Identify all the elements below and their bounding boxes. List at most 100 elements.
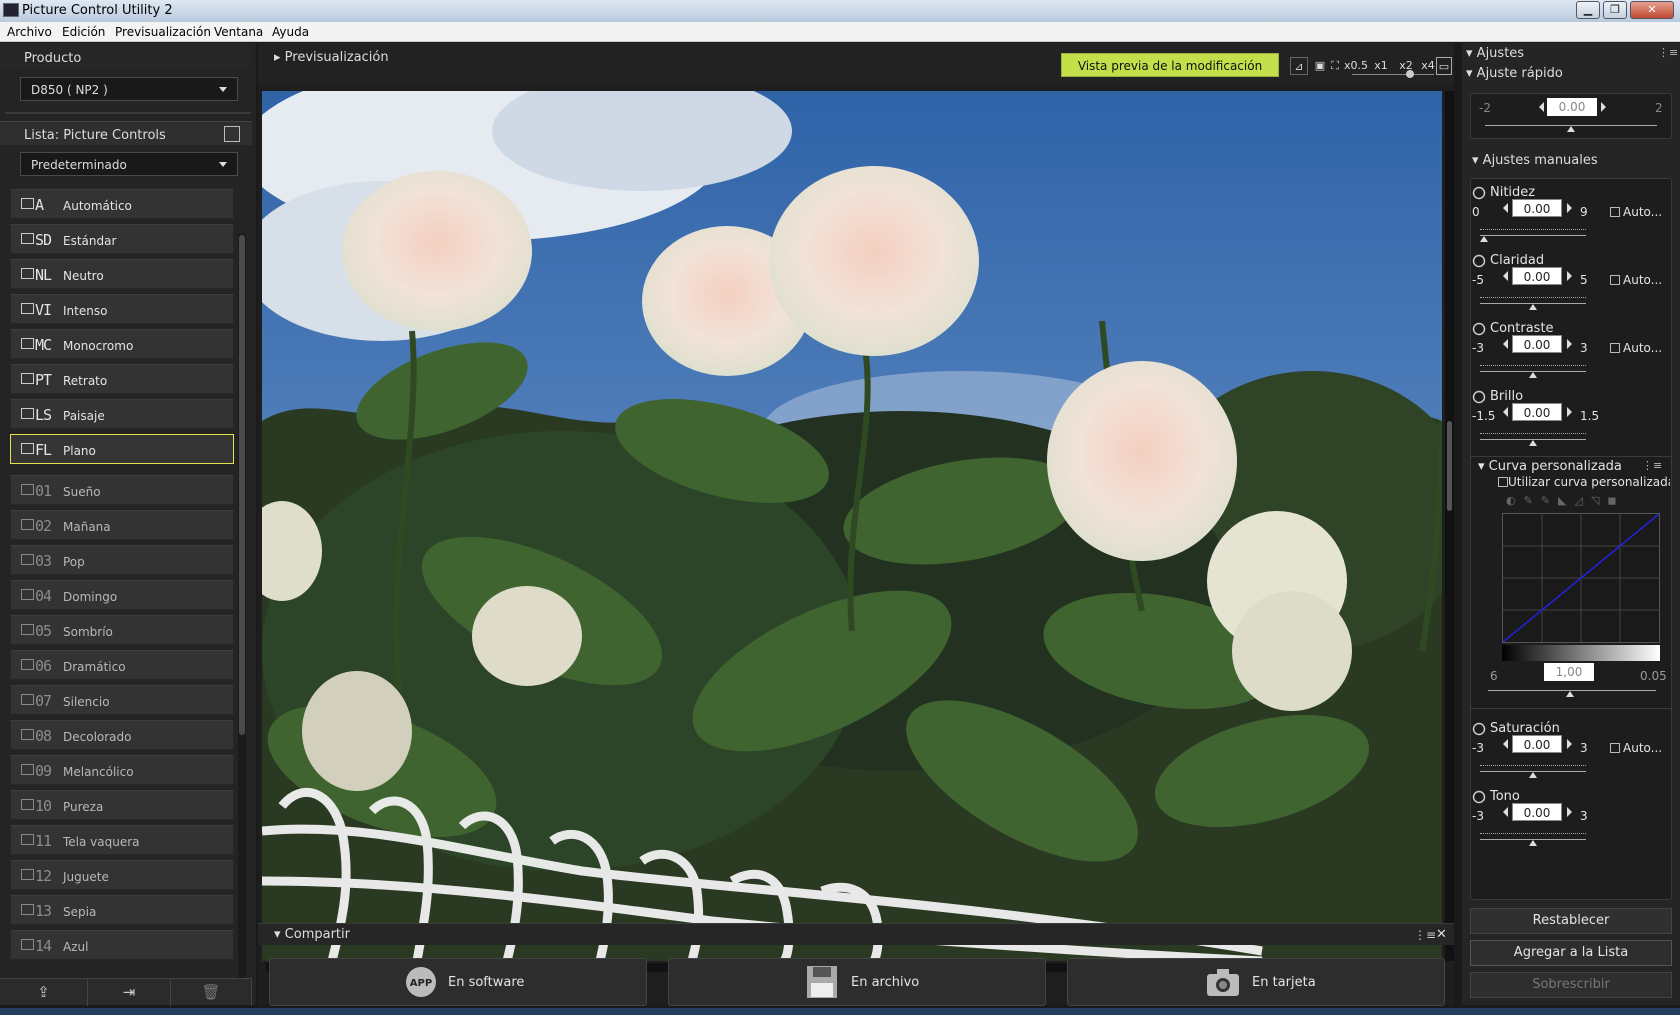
param-slider[interactable] bbox=[1480, 235, 1586, 236]
menu-ayuda[interactable]: Ayuda bbox=[272, 25, 309, 39]
auto-checkbox[interactable]: Auto... bbox=[1610, 741, 1662, 755]
share-to-card-button[interactable]: En tarjeta bbox=[1067, 958, 1445, 1006]
preview-modification-button[interactable]: Vista previa de la modificación bbox=[1061, 53, 1279, 77]
increase-arrow-icon[interactable] bbox=[1567, 203, 1572, 213]
creative-item[interactable]: 10 Pureza bbox=[10, 790, 234, 820]
param-slider-thumb[interactable] bbox=[1529, 440, 1537, 446]
creative-item[interactable]: 08 Decolorado bbox=[10, 720, 234, 750]
zoom-x0.5[interactable]: x0.5 bbox=[1344, 57, 1368, 75]
histogram-icon[interactable]: ⊿ bbox=[1290, 57, 1308, 75]
creative-item[interactable]: 13 Sepia bbox=[10, 895, 234, 925]
panel-menu-icon[interactable]: ⋮≡ bbox=[1658, 46, 1678, 59]
manual-adjust-header[interactable]: ▾ Ajustes manuales bbox=[1462, 153, 1680, 173]
fit-icon[interactable]: ▣ bbox=[1314, 57, 1326, 75]
side-by-side-icon[interactable]: ▭ bbox=[1436, 57, 1452, 75]
share-to-file-button[interactable]: En archivo bbox=[668, 958, 1046, 1006]
custom-curve-header[interactable]: ▾ Curva personalizada bbox=[1478, 459, 1622, 474]
gamma-slider-thumb[interactable] bbox=[1566, 691, 1574, 697]
creative-item[interactable]: 04 Domingo bbox=[10, 580, 234, 610]
auto-checkbox[interactable]: Auto... bbox=[1610, 341, 1662, 355]
preset-item[interactable]: PT Retrato bbox=[10, 364, 234, 394]
param-slider-thumb[interactable] bbox=[1529, 840, 1537, 846]
preview-image[interactable] bbox=[262, 91, 1442, 961]
param-value[interactable]: 0.00 bbox=[1512, 803, 1562, 821]
menu-edicion[interactable]: Edición bbox=[62, 25, 105, 39]
list-filter-dropdown[interactable]: Predeterminado bbox=[20, 152, 238, 176]
increase-arrow-icon[interactable] bbox=[1601, 102, 1606, 112]
zoom-x4[interactable]: x4 bbox=[1420, 57, 1436, 75]
overwrite-button[interactable]: Sobrescribir bbox=[1470, 972, 1672, 998]
open-folder-icon[interactable]: ⇪ bbox=[0, 979, 88, 1006]
preset-item[interactable]: FL Plano bbox=[10, 434, 234, 464]
menu-archivo[interactable]: Archivo bbox=[7, 25, 52, 39]
creative-item[interactable]: 01 Sueño bbox=[10, 475, 234, 505]
list-view-icon[interactable] bbox=[224, 126, 240, 142]
zoom-x1[interactable]: x1 bbox=[1373, 57, 1389, 75]
share-to-software-button[interactable]: APP En software bbox=[269, 958, 647, 1006]
zoom-slider[interactable] bbox=[1352, 74, 1434, 75]
preset-item[interactable]: LS Paisaje bbox=[10, 399, 234, 429]
decrease-arrow-icon[interactable] bbox=[1503, 807, 1508, 817]
product-dropdown[interactable]: D850 ( NP2 ) bbox=[20, 77, 238, 101]
preset-item[interactable]: VI Intenso bbox=[10, 294, 234, 324]
creative-item[interactable]: 09 Melancólico bbox=[10, 755, 234, 785]
param-value[interactable]: 0.00 bbox=[1512, 335, 1562, 353]
menu-ventana[interactable]: Ventana bbox=[214, 25, 263, 39]
share-menu-icon[interactable]: ⋮≡ bbox=[1414, 928, 1436, 942]
close-button[interactable]: ✕ bbox=[1630, 1, 1674, 19]
menu-previsualizacion[interactable]: Previsualización bbox=[115, 25, 211, 39]
auto-checkbox[interactable]: Auto... bbox=[1610, 205, 1662, 219]
preset-item[interactable]: SD Estándar bbox=[10, 224, 234, 254]
param-slider-thumb[interactable] bbox=[1480, 236, 1488, 242]
param-slider-thumb[interactable] bbox=[1529, 372, 1537, 378]
curve-tools-icon[interactable]: ◐✎✎◣◿◹◼ bbox=[1506, 494, 1666, 508]
decrease-arrow-icon[interactable] bbox=[1503, 271, 1508, 281]
creative-item[interactable]: 07 Silencio bbox=[10, 685, 234, 715]
creative-item[interactable]: 14 Azul bbox=[10, 930, 234, 960]
auto-checkbox[interactable]: Auto... bbox=[1610, 273, 1662, 287]
minimize-button[interactable]: ▁ bbox=[1576, 1, 1600, 19]
reset-button[interactable]: Restablecer bbox=[1470, 908, 1672, 934]
param-value[interactable]: 0.00 bbox=[1512, 199, 1562, 217]
increase-arrow-icon[interactable] bbox=[1567, 739, 1572, 749]
trash-icon[interactable]: 🗑 bbox=[171, 979, 252, 1006]
decrease-arrow-icon[interactable] bbox=[1503, 203, 1508, 213]
preset-item[interactable]: MC Monocromo bbox=[10, 329, 234, 359]
list-scroll-thumb[interactable] bbox=[239, 235, 245, 735]
creative-item[interactable]: 02 Mañana bbox=[10, 510, 234, 540]
use-custom-curve-checkbox[interactable]: Utilizar curva personalizada bbox=[1498, 475, 1670, 489]
increase-arrow-icon[interactable] bbox=[1567, 807, 1572, 817]
param-slider-thumb[interactable] bbox=[1529, 304, 1537, 310]
decrease-arrow-icon[interactable] bbox=[1503, 339, 1508, 349]
increase-arrow-icon[interactable] bbox=[1567, 339, 1572, 349]
decrease-arrow-icon[interactable] bbox=[1539, 102, 1544, 112]
export-icon[interactable]: ⇥ bbox=[88, 979, 171, 1006]
maximize-button[interactable]: ❐ bbox=[1603, 1, 1627, 19]
increase-arrow-icon[interactable] bbox=[1567, 407, 1572, 417]
vertical-scroll-thumb[interactable] bbox=[1447, 421, 1452, 511]
fullscreen-icon[interactable]: ⛶ bbox=[1328, 57, 1342, 75]
quick-value[interactable]: 0.00 bbox=[1547, 98, 1597, 116]
param-value[interactable]: 0.00 bbox=[1512, 735, 1562, 753]
zoom-slider-thumb[interactable] bbox=[1406, 70, 1414, 78]
list-scrollbar[interactable] bbox=[238, 233, 246, 983]
param-slider-thumb[interactable] bbox=[1529, 772, 1537, 778]
creative-item[interactable]: 11 Tela vaquera bbox=[10, 825, 234, 855]
gamma-value[interactable]: 1,00 bbox=[1544, 663, 1594, 681]
param-value[interactable]: 0.00 bbox=[1512, 403, 1562, 421]
quick-adjust-header[interactable]: ▾ Ajuste rápido bbox=[1462, 66, 1680, 86]
decrease-arrow-icon[interactable] bbox=[1503, 739, 1508, 749]
preset-item[interactable]: A Automático bbox=[10, 189, 234, 219]
curve-menu-icon[interactable]: ⋮≡ bbox=[1642, 459, 1662, 472]
creative-item[interactable]: 05 Sombrío bbox=[10, 615, 234, 645]
add-to-list-button[interactable]: Agregar a la Lista bbox=[1470, 940, 1672, 966]
quick-slider-thumb[interactable] bbox=[1567, 126, 1575, 132]
increase-arrow-icon[interactable] bbox=[1567, 271, 1572, 281]
curve-graph[interactable] bbox=[1502, 513, 1660, 643]
creative-item[interactable]: 03 Pop bbox=[10, 545, 234, 575]
creative-item[interactable]: 06 Dramático bbox=[10, 650, 234, 680]
preset-item[interactable]: NL Neutro bbox=[10, 259, 234, 289]
creative-item[interactable]: 12 Juguete bbox=[10, 860, 234, 890]
close-icon[interactable]: ✕ bbox=[1436, 927, 1447, 942]
param-value[interactable]: 0.00 bbox=[1512, 267, 1562, 285]
